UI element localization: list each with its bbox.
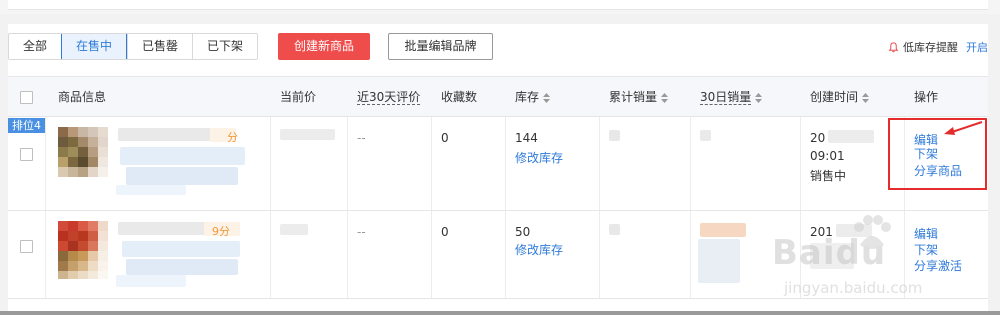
- column-divider: [599, 117, 600, 210]
- col-reviews: 近30天评价: [357, 77, 421, 118]
- tab-on-sale[interactable]: 在售中: [61, 34, 128, 59]
- total-sales-blurred: [609, 224, 620, 235]
- created-date-blurred: [828, 130, 874, 143]
- sales30-blurred: [700, 223, 746, 237]
- row-checkbox[interactable]: [20, 240, 33, 253]
- status-tabs: 全部 在售中 已售罄 已下架: [8, 33, 259, 60]
- col-created-label: 创建时间: [810, 90, 859, 104]
- sort-icon: [661, 92, 669, 103]
- column-divider: [347, 211, 348, 298]
- created-time: 09:01: [810, 149, 845, 163]
- col-sales30-label: 30日销量: [700, 90, 752, 105]
- product-title-blurred: [118, 128, 214, 141]
- col-sales30[interactable]: 30日销量: [700, 77, 763, 118]
- low-stock-alert: 低库存提醒 开启: [888, 39, 988, 55]
- tab-off-shelf[interactable]: 已下架: [192, 34, 258, 59]
- create-product-button[interactable]: 创建新商品: [278, 33, 370, 60]
- product-desc-blurred: [126, 167, 238, 185]
- column-divider: [904, 211, 905, 298]
- created-time-blurred: [810, 243, 854, 269]
- sort-icon: [543, 92, 551, 103]
- rank-badge: 排位4: [8, 118, 45, 133]
- table-row: 9分 -- 0 50 修改库存 201 编辑 下架 分享激活: [8, 211, 988, 299]
- sort-icon: [862, 92, 870, 103]
- column-divider: [347, 117, 348, 210]
- column-divider: [270, 117, 271, 210]
- score-suffix: 分: [227, 131, 238, 144]
- low-stock-enable-link[interactable]: 开启: [966, 39, 988, 55]
- table-row: [8, 299, 988, 309]
- col-created[interactable]: 创建时间: [810, 77, 870, 118]
- col-actions: 操作: [914, 90, 939, 104]
- column-divider: [599, 211, 600, 298]
- col-product: 商品信息: [58, 90, 107, 104]
- total-sales-blurred: [609, 130, 620, 141]
- column-divider: [800, 211, 801, 298]
- edit-stock-link[interactable]: 修改库存: [515, 241, 563, 258]
- bell-icon: [888, 41, 899, 52]
- created-date: 201: [810, 225, 833, 239]
- table-header: 商品信息 当前价 近30天评价 收藏数 库存 累计销量 30日销量 创建时间 操…: [8, 76, 988, 117]
- reviews-value: --: [357, 225, 366, 239]
- product-desc-blurred: [122, 241, 240, 257]
- column-divider: [431, 117, 432, 210]
- product-desc-blurred: [126, 259, 238, 275]
- column-divider: [505, 117, 506, 210]
- batch-edit-brand-button[interactable]: 批量编辑品牌: [388, 33, 493, 60]
- product-panel: 全部 在售中 已售罄 已下架 创建新商品 批量编辑品牌 低库存提醒 开启 商品信…: [8, 24, 988, 315]
- edit-link[interactable]: 编辑: [914, 225, 938, 242]
- favorites-value: 0: [441, 225, 449, 239]
- share-activate-link[interactable]: 分享激活: [914, 257, 962, 274]
- col-reviews-label: 近30天评价: [357, 90, 421, 105]
- column-divider: [270, 211, 271, 298]
- product-title-blurred: [118, 222, 208, 235]
- delist-link[interactable]: 下架: [914, 241, 938, 258]
- sort-icon: [755, 92, 763, 103]
- product-desc-blurred: [116, 275, 186, 287]
- reviews-value: --: [357, 131, 366, 145]
- product-thumbnail[interactable]: [58, 221, 108, 279]
- select-all-checkbox[interactable]: [20, 91, 33, 104]
- status-text: 销售中: [810, 169, 847, 183]
- tab-all[interactable]: 全部: [9, 34, 62, 59]
- col-stock[interactable]: 库存: [515, 77, 551, 118]
- product-thumbnail[interactable]: [58, 127, 108, 177]
- sales30-blurred: [700, 130, 711, 141]
- col-favorites: 收藏数: [441, 90, 478, 104]
- col-total-sales[interactable]: 累计销量: [609, 77, 669, 118]
- table-row: 排位4 分 -- 0 144 修改库存 20 09:01 销售中 编辑 下架 分…: [8, 117, 988, 211]
- product-table: 商品信息 当前价 近30天评价 收藏数 库存 累计销量 30日销量 创建时间 操…: [8, 76, 988, 309]
- sales30-blurred: [698, 239, 740, 283]
- column-divider: [45, 211, 46, 298]
- row-checkbox[interactable]: [20, 148, 33, 161]
- stock-value: 50: [515, 225, 531, 239]
- col-total-sales-label: 累计销量: [609, 90, 658, 104]
- col-stock-label: 库存: [515, 90, 540, 104]
- favorites-value: 0: [441, 131, 449, 145]
- column-divider: [505, 211, 506, 298]
- low-stock-label: 低库存提醒: [903, 41, 958, 54]
- product-desc-blurred: [116, 185, 186, 195]
- created-date-blurred: [836, 224, 872, 237]
- column-divider: [45, 117, 46, 210]
- column-divider: [690, 117, 691, 210]
- arrow-annotation: [944, 121, 983, 135]
- price-blurred: [280, 129, 335, 140]
- tab-sold-out[interactable]: 已售罄: [127, 34, 193, 59]
- top-card: [8, 0, 988, 10]
- column-divider: [690, 211, 691, 298]
- col-price: 当前价: [280, 90, 317, 104]
- created-date: 20: [810, 131, 826, 145]
- score-suffix: 9分: [212, 225, 230, 238]
- product-desc-blurred: [120, 147, 245, 165]
- column-divider: [800, 117, 801, 210]
- edit-stock-link[interactable]: 修改库存: [515, 149, 563, 166]
- column-divider: [431, 211, 432, 298]
- stock-value: 144: [515, 131, 538, 145]
- bottom-edge: [0, 311, 1000, 315]
- price-blurred: [280, 224, 308, 235]
